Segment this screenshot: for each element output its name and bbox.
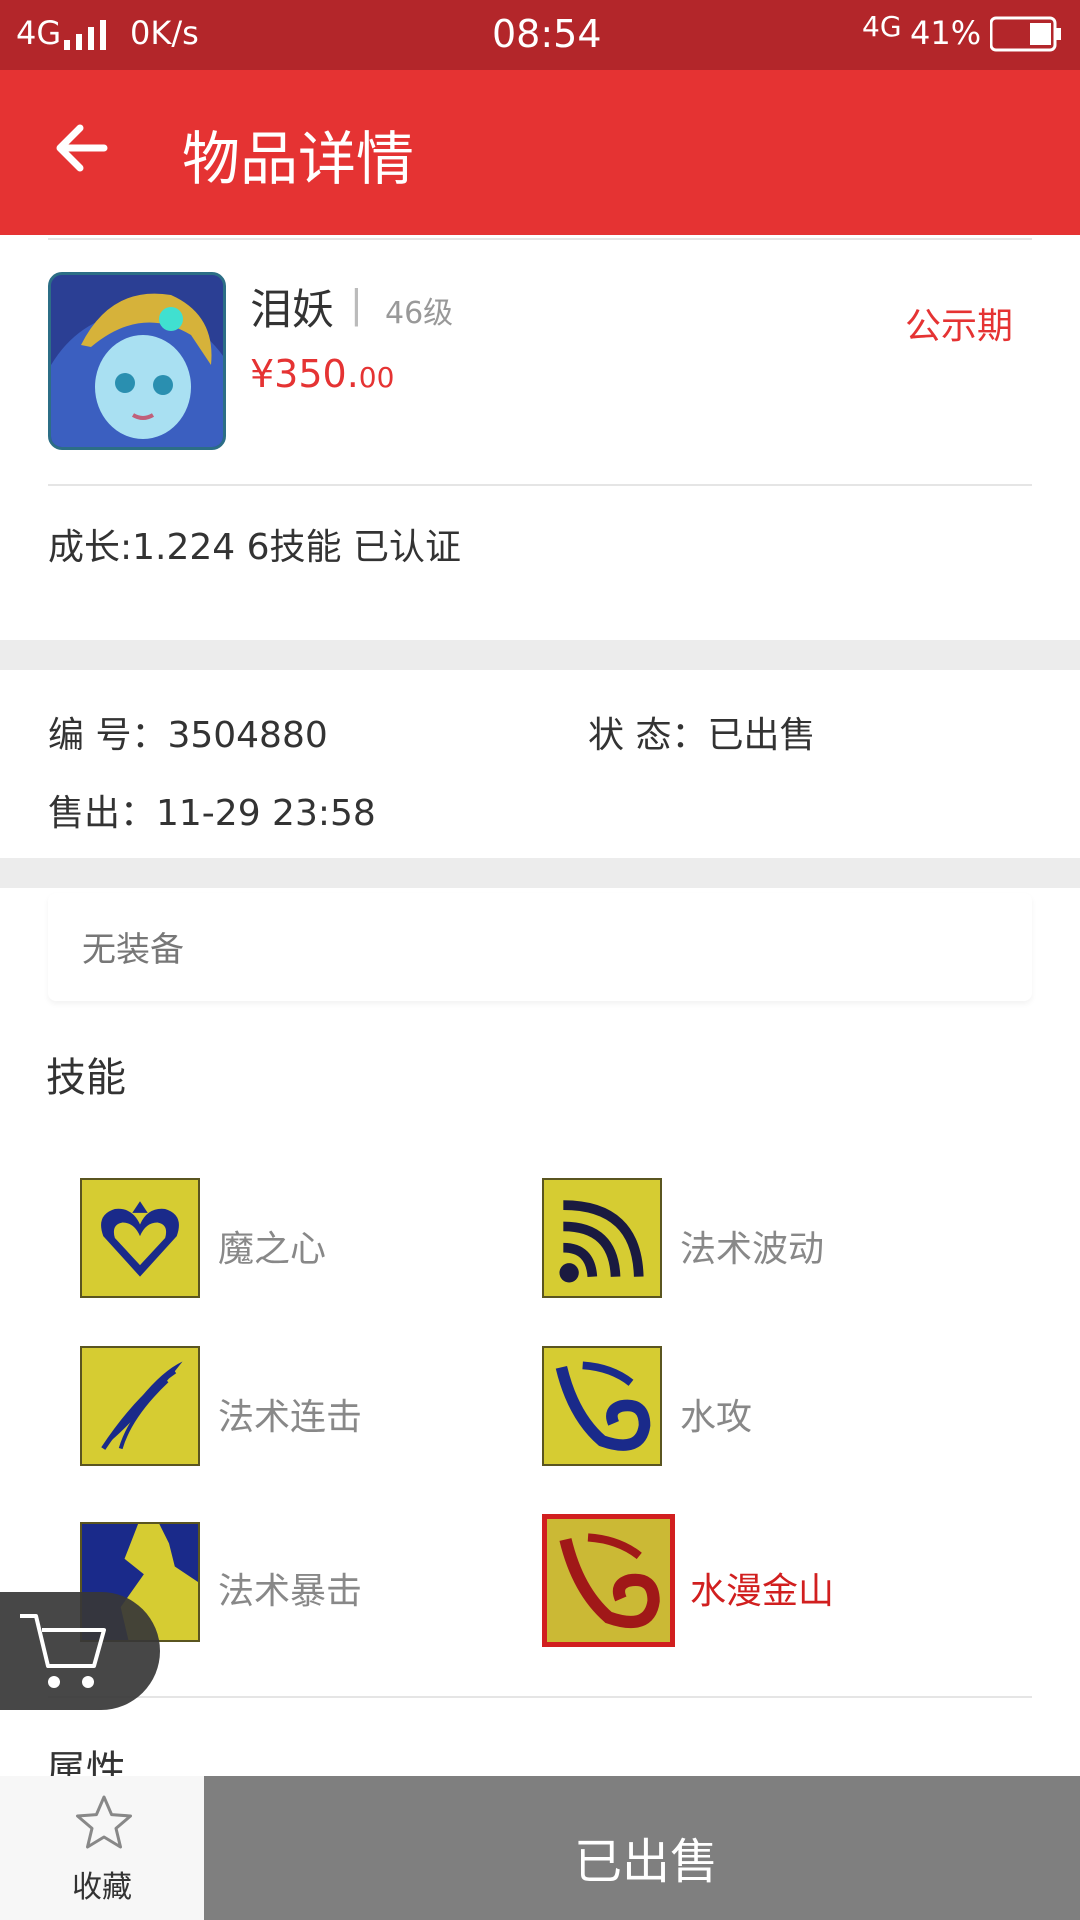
skill-name: 法术波动 [680,1229,825,1270]
sold-time: 售出：11-29 23:58 [48,793,376,834]
no-equipment-text: 无装备 [82,930,184,970]
price-decimal: 00 [358,361,395,394]
equipment-card [48,893,1032,1001]
item-number: 编 号：3504880 [48,715,328,756]
network-type-right: 4G [862,10,902,43]
network-speed: 0K/s [130,14,199,52]
flood-icon[interactable] [542,1514,675,1647]
skills-divider [48,1696,1032,1698]
sold-button-label: 已出售 [574,1834,719,1890]
app-header [0,70,1080,235]
comet-icon[interactable] [80,1346,200,1466]
clock: 08:54 [492,12,602,56]
item-status: 状 态：已出售 [588,715,816,756]
back-arrow-icon[interactable] [52,118,112,178]
heart-icon[interactable] [80,1178,200,1298]
price-main: ¥350. [250,352,359,396]
status-tag: 公示期 [905,306,1014,347]
skill-name-highlighted: 水漫金山 [690,1571,835,1612]
page-title: 物品详情 [182,125,415,193]
pet-name: 泪妖 [250,285,335,334]
cart-button[interactable] [0,1592,160,1710]
top-divider [48,238,1032,240]
battery-percent: 41% [910,14,982,52]
section-gap [0,640,1080,670]
star-icon [76,1795,132,1849]
water-icon[interactable] [542,1346,662,1466]
pet-attributes: 成长:1.224 6技能 已认证 [48,527,461,568]
section-gap [0,858,1080,888]
waves-icon[interactable] [542,1178,662,1298]
item-divider [48,484,1032,486]
battery-icon [990,16,1061,52]
network-type: 4G [16,14,62,52]
cart-icon [20,1614,106,1688]
skill-name: 魔之心 [218,1229,327,1270]
favorite-label: 收藏 [72,1870,132,1905]
skill-name: 法术暴击 [218,1571,363,1612]
pet-avatar[interactable] [48,272,226,450]
name-separator: | [350,282,363,326]
skill-name: 法术连击 [218,1397,363,1438]
price: ¥350.00 [250,352,394,396]
pet-level: 46级 [385,296,454,331]
signal-icon [64,20,106,50]
skills-title: 技能 [46,1055,126,1101]
skill-name: 水攻 [680,1397,753,1438]
